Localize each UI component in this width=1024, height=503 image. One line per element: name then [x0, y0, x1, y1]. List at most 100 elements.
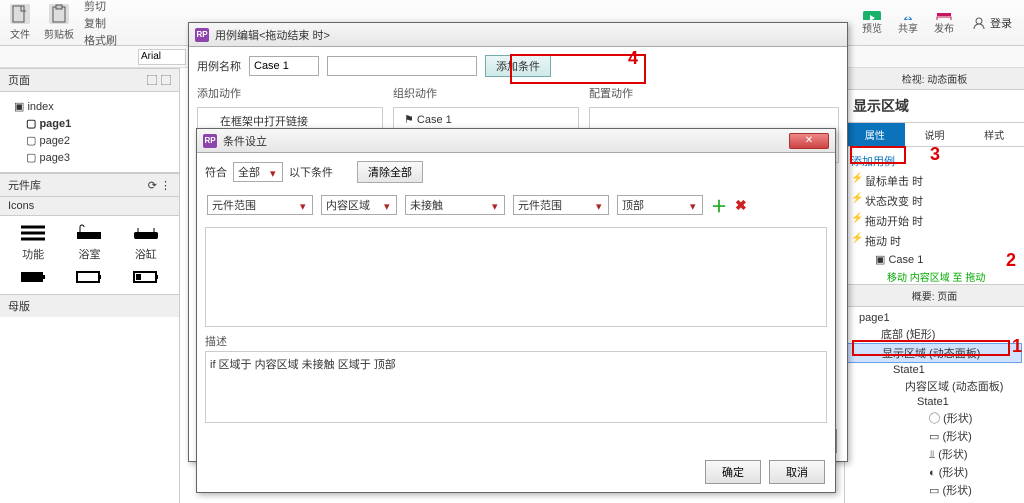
event-drag-start[interactable]: 拖动开始 时	[851, 211, 1018, 231]
inspector-title: 显示区域	[845, 90, 1024, 123]
page-item-3[interactable]: ▢ page3	[8, 149, 171, 166]
outline-shape-3[interactable]: ⫫ (形状)	[847, 445, 1022, 463]
cond-op-combo[interactable]: 未接触▾	[405, 195, 505, 215]
dlg2-cancel-button[interactable]: 取消	[769, 460, 825, 484]
menu-icon	[19, 224, 47, 242]
outline-state1[interactable]: State1	[847, 363, 1022, 377]
cond-value-type-combo[interactable]: 元件范围▾	[513, 195, 609, 215]
publish-button[interactable]: 发布	[932, 11, 956, 35]
icon-bath[interactable]: 浴室	[64, 224, 114, 262]
callout-num-4: 4	[628, 48, 638, 69]
cond-subject-combo[interactable]: 元件范围▾	[207, 195, 313, 215]
cut-label[interactable]: 剪切	[84, 0, 117, 14]
page-item-1[interactable]: ▢ page1	[8, 115, 171, 132]
page-opts-icon[interactable]	[161, 75, 171, 85]
cond-value-combo[interactable]: 顶部▾	[617, 195, 703, 215]
org-action-label: 组织动作	[393, 85, 579, 103]
page-root[interactable]: ▣ Defaultindex	[8, 98, 171, 115]
page-tree: ▣ Defaultindex ▢ page1 ▢ page2 ▢ page3	[0, 92, 179, 173]
icon-tub[interactable]: 浴缸	[121, 224, 171, 262]
preview-button[interactable]: 预览	[860, 11, 884, 35]
cond-target-combo[interactable]: 内容区域▾	[321, 195, 397, 215]
callout-num-2: 2	[1006, 250, 1016, 271]
match-label: 符合	[205, 164, 227, 180]
tub-icon	[132, 224, 160, 242]
case-action-1[interactable]: 移动 内容区域 至 拖动	[851, 268, 1018, 284]
conditions-area[interactable]	[205, 227, 827, 327]
dlg2-ok-button[interactable]: 确定	[705, 460, 761, 484]
outline-shape-4[interactable]: ◐ (形状)	[847, 463, 1022, 481]
event-click[interactable]: 鼠标单击 时	[851, 171, 1018, 191]
add-page-icon[interactable]	[147, 75, 157, 85]
dlg1-titlebar[interactable]: RP 用例编辑<拖动结束 时>	[189, 23, 847, 47]
clear-all-button[interactable]: 清除全部	[357, 161, 423, 183]
paste-label: 剪贴板	[44, 26, 74, 41]
outline-page[interactable]: page1	[847, 311, 1022, 325]
outline-content[interactable]: 内容区域 (动态面板)	[847, 377, 1022, 395]
outline-tree: page1 底部 (矩形) 显示区域 (动态面板) State1 内容区域 (动…	[845, 307, 1024, 503]
outline-display-area[interactable]: 显示区域 (动态面板)	[847, 343, 1022, 363]
icons-grid: 功能 浴室 浴缸	[0, 216, 179, 294]
icons-header[interactable]: Icons	[0, 197, 179, 216]
icon-battery-low[interactable]	[121, 268, 171, 286]
lib-header: 元件库⟳ ⋮	[0, 173, 179, 197]
inspector-panel: 检视: 动态面板 显示区域 属性 说明 样式 添加用例 鼠标单击 时 状态改变 …	[844, 68, 1024, 503]
tab-properties[interactable]: 属性	[845, 123, 905, 146]
outline-shape-2[interactable]: ▭ (形状)	[847, 427, 1022, 445]
desc-label: 描述	[205, 333, 827, 349]
icon-battery-full[interactable]	[8, 268, 58, 286]
file-icon	[10, 4, 30, 24]
battery-empty-icon	[75, 268, 103, 286]
event-state-change[interactable]: 状态改变 时	[851, 191, 1018, 211]
outline-header: 概要: 页面	[845, 284, 1024, 307]
file-label: 文件	[10, 26, 30, 41]
case-node-1[interactable]: ▣ Case 1	[851, 251, 1018, 268]
master-header: 母版	[0, 294, 179, 317]
outline-state1b[interactable]: State1	[847, 395, 1022, 409]
name-label: 用例名称	[197, 58, 241, 74]
event-drag[interactable]: 拖动 时	[851, 231, 1018, 251]
paste-group[interactable]: 剪贴板	[40, 4, 78, 41]
dlg2-titlebar[interactable]: RP 条件设立 ✕	[197, 129, 835, 153]
add-row-button[interactable]: ＋	[711, 193, 727, 217]
battery-full-icon	[19, 268, 47, 286]
copy-label[interactable]: 复制	[84, 15, 117, 31]
left-panel: 页面 ▣ Defaultindex ▢ page1 ▢ page2 ▢ page…	[0, 68, 180, 503]
cloud-icon	[899, 11, 917, 20]
bath-icon	[75, 224, 103, 242]
add-action-label: 添加动作	[197, 85, 383, 103]
inspector-header: 检视: 动态面板	[845, 68, 1024, 90]
condition-setup-dialog: RP 条件设立 ✕ 符合 全部▾ 以下条件 清除全部 元件范围▾ 内容区域▾ 未…	[196, 128, 836, 493]
remove-row-button[interactable]: ✖	[735, 197, 747, 214]
add-condition-button[interactable]: 添加条件	[485, 55, 551, 77]
callout-num-1: 1	[1012, 336, 1022, 357]
case-name-input[interactable]	[249, 56, 319, 76]
share-button[interactable]: 共享	[896, 11, 920, 35]
user-icon	[972, 16, 986, 30]
font-select[interactable]	[138, 49, 186, 65]
battery-low-icon	[132, 268, 160, 286]
callout-num-3: 3	[930, 144, 940, 165]
icon-menu[interactable]: 功能	[8, 224, 58, 262]
desc-box[interactable]: if 区域于 内容区域 未接触 区域于 顶部	[205, 351, 827, 423]
file-group[interactable]: 文件	[6, 4, 34, 41]
clipboard-icon	[49, 4, 69, 24]
match-combo[interactable]: 全部▾	[233, 162, 283, 182]
dlg1-title: 用例编辑<拖动结束 时>	[215, 27, 330, 43]
page-item-2[interactable]: ▢ page2	[8, 132, 171, 149]
outline-shape-1[interactable]: ◯ (形状)	[847, 409, 1022, 427]
dlg2-close-button[interactable]: ✕	[789, 133, 829, 149]
icon-battery-empty[interactable]	[64, 268, 114, 286]
dlg2-title: 条件设立	[223, 133, 267, 149]
play-icon	[863, 11, 881, 20]
fmt-label[interactable]: 格式刷	[84, 32, 117, 48]
cfg-action-label: 配置动作	[589, 85, 769, 103]
login-button[interactable]: 登录	[966, 13, 1018, 33]
outline-bottom[interactable]: 底部 (矩形)	[847, 325, 1022, 343]
tab-notes[interactable]: 说明	[905, 123, 965, 146]
tab-style[interactable]: 样式	[964, 123, 1024, 146]
case-node-display[interactable]: ⚑ Case 1	[398, 112, 574, 127]
condition-preview-input[interactable]	[327, 56, 477, 76]
events-list: 添加用例 鼠标单击 时 状态改变 时 拖动开始 时 拖动 时 ▣ Case 1 …	[845, 147, 1024, 284]
outline-shape-5[interactable]: ▭ (形状)	[847, 481, 1022, 499]
